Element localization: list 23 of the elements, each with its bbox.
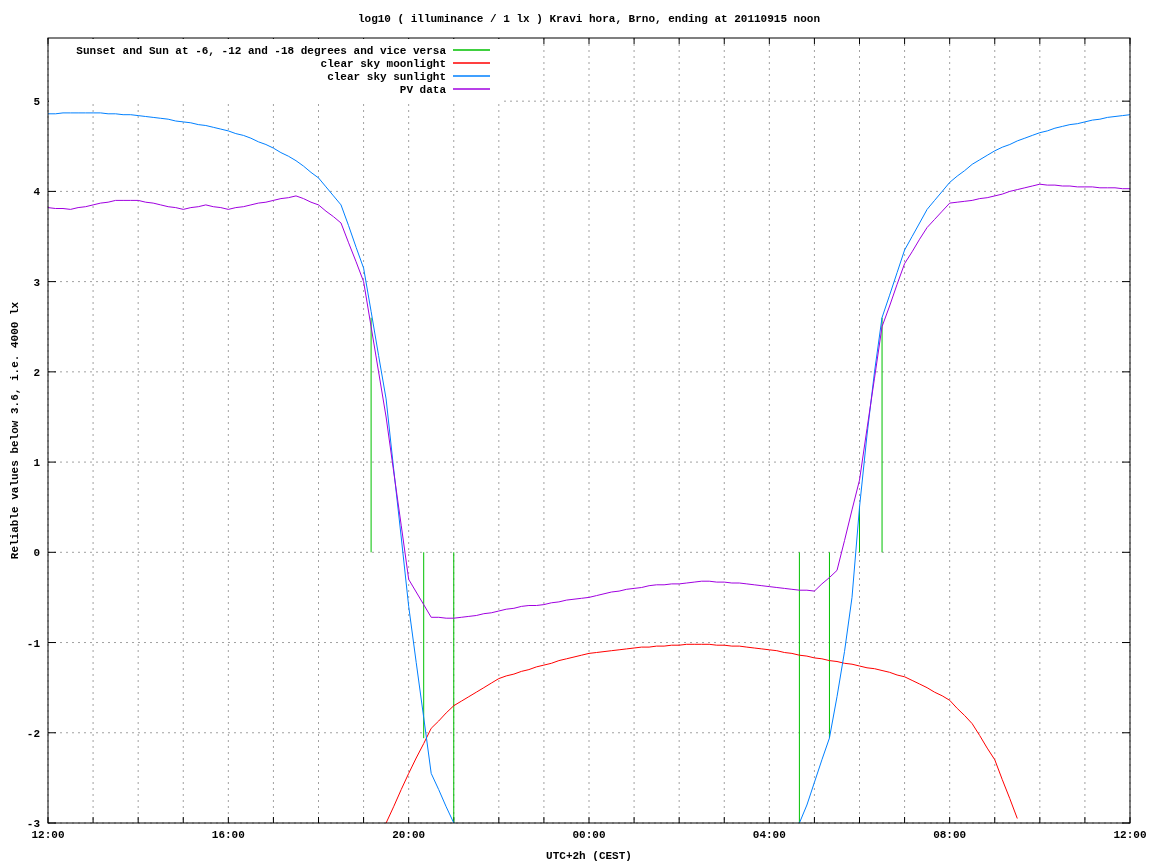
tick-label: 08:00	[933, 829, 967, 841]
tick-label: 3	[33, 276, 40, 289]
chart-title: log10 ( illuminance / 1 lx ) Kravi hora, Brno, ending at 20110915 noon	[357, 13, 821, 25]
tick-label: 20:00	[392, 829, 426, 841]
tick-label: 12:00	[1113, 829, 1147, 841]
legend-label: clear sky sunlight	[327, 71, 446, 83]
tick-label: 12:00	[31, 829, 65, 841]
tick-label: 1	[33, 457, 40, 470]
tick-label: 00:00	[572, 829, 606, 841]
tick-label: 04:00	[752, 829, 786, 841]
legend-label: PV data	[399, 84, 446, 96]
axis-label: Reliable values below 3.6, i.e. 4000 lx	[9, 301, 21, 560]
tick-label: 16:00	[211, 829, 245, 841]
tick-label: 4	[33, 186, 40, 199]
tick-label: 5	[33, 96, 40, 109]
tick-label: 0	[33, 547, 40, 560]
tick-label: -2	[26, 727, 40, 740]
axis-label: UTC+2h (CEST)	[546, 850, 632, 862]
tick-label: -3	[26, 818, 40, 830]
tick-label: -1	[26, 637, 40, 650]
legend-label: clear sky moonlight	[320, 58, 446, 70]
legend-label: Sunset and Sun at -6, -12 and -18 degrees and vice versa	[76, 45, 446, 57]
tick-label: 2	[33, 366, 40, 379]
